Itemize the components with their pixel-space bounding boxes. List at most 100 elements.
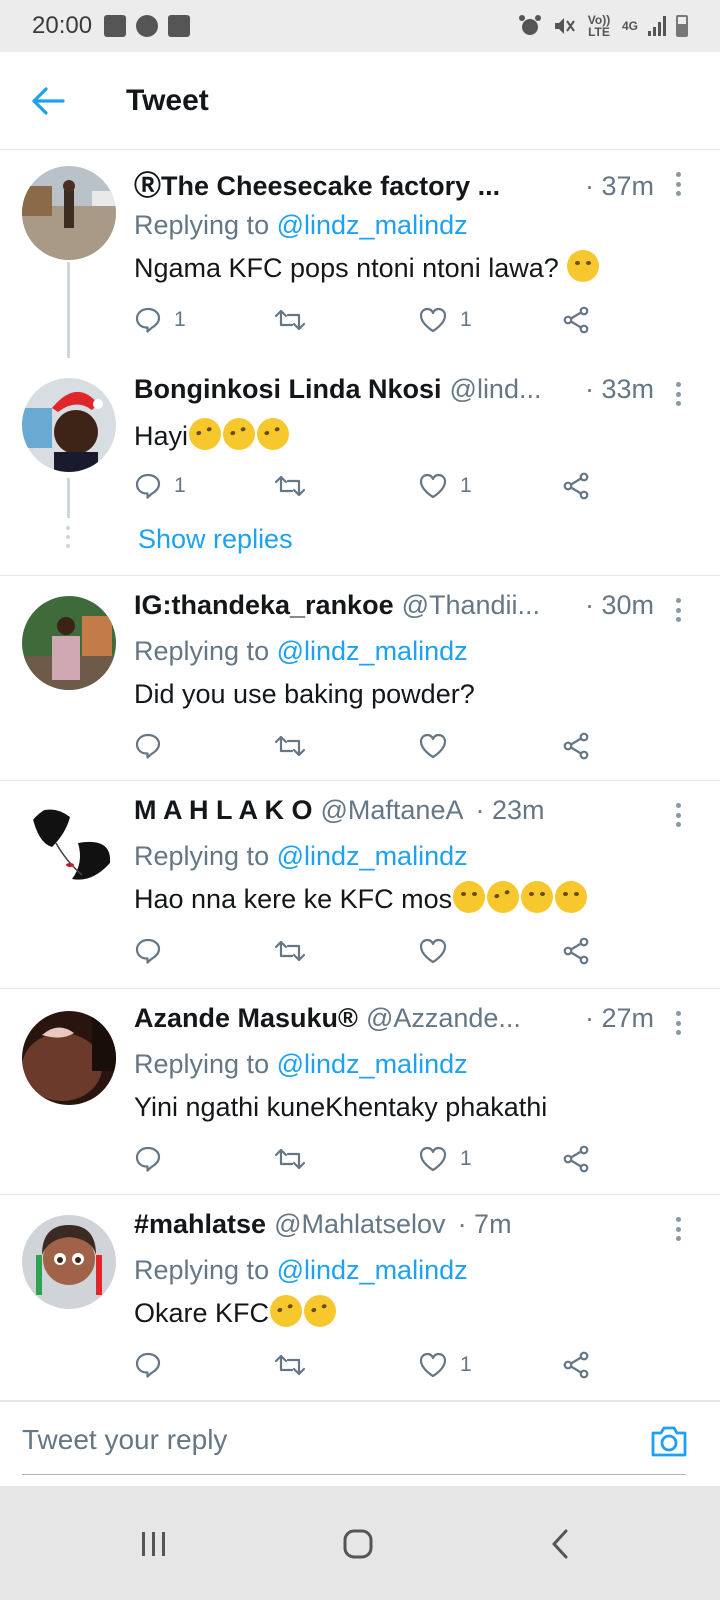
like-button[interactable]: 1 bbox=[418, 1139, 472, 1179]
author-name[interactable]: Bonginkosi Linda Nkosi bbox=[134, 374, 442, 405]
more-options-button[interactable] bbox=[666, 378, 690, 410]
mention-link[interactable]: @lindz_malindz bbox=[277, 841, 468, 871]
system-nav-bar bbox=[0, 1486, 720, 1600]
like-count: 1 bbox=[460, 474, 472, 497]
tweet-actions bbox=[134, 931, 614, 971]
like-button[interactable]: 1 bbox=[418, 466, 472, 506]
share-button[interactable] bbox=[562, 1139, 590, 1179]
avatar[interactable] bbox=[22, 378, 116, 472]
back-nav-button[interactable] bbox=[530, 1516, 590, 1572]
avatar[interactable] bbox=[22, 596, 116, 690]
reply-button[interactable] bbox=[134, 726, 174, 766]
author-handle: @Azzande... bbox=[365, 1003, 521, 1033]
author-name[interactable]: M A H L A K O bbox=[134, 795, 313, 826]
share-button[interactable] bbox=[562, 931, 590, 971]
share-button[interactable] bbox=[562, 466, 590, 506]
avatar[interactable] bbox=[22, 166, 116, 260]
mention-link[interactable]: @lindz_malindz bbox=[277, 1255, 468, 1285]
replying-label: Replying to bbox=[134, 210, 270, 240]
home-button[interactable] bbox=[328, 1516, 388, 1572]
author-handle: @MaftaneA bbox=[320, 795, 464, 825]
reply-button[interactable]: 1 bbox=[134, 466, 186, 506]
back-button[interactable] bbox=[18, 71, 78, 131]
retweet-button[interactable] bbox=[274, 300, 318, 340]
volte-indicator: Vo)) LTE bbox=[587, 13, 611, 39]
more-options-button[interactable] bbox=[666, 799, 690, 831]
avatar[interactable] bbox=[22, 1215, 116, 1309]
share-icon bbox=[563, 1351, 589, 1379]
thread-line bbox=[67, 478, 70, 518]
reply-button[interactable] bbox=[134, 1345, 174, 1385]
tweet-text: Hao nna kere ke KFC mos bbox=[134, 884, 453, 914]
chevron-left-icon bbox=[552, 1529, 568, 1559]
gallery-icon bbox=[104, 15, 127, 37]
share-button[interactable] bbox=[562, 726, 590, 766]
like-button[interactable] bbox=[418, 931, 460, 971]
like-button[interactable] bbox=[418, 726, 460, 766]
thread-line bbox=[67, 262, 70, 358]
author-name[interactable]: Azande Masuku® bbox=[134, 1003, 358, 1034]
mention-link[interactable]: @lindz_malindz bbox=[277, 1049, 468, 1079]
like-count: 1 bbox=[460, 308, 472, 331]
avatar[interactable] bbox=[22, 803, 116, 897]
app-header: Tweet bbox=[0, 52, 720, 150]
reply-icon bbox=[135, 733, 161, 759]
camera-button[interactable] bbox=[648, 1420, 690, 1462]
recents-icon bbox=[142, 1532, 165, 1556]
reply-button[interactable] bbox=[134, 1139, 174, 1179]
reply-composer bbox=[0, 1400, 720, 1486]
recent-apps-button[interactable] bbox=[124, 1516, 184, 1572]
retweet-icon bbox=[274, 735, 306, 757]
more-options-button[interactable] bbox=[666, 168, 690, 200]
author-name[interactable]: IG:thandeka_rankoe bbox=[134, 590, 394, 621]
author-name[interactable]: ⓇThe Cheesecake factory ... bbox=[134, 164, 500, 203]
share-button[interactable] bbox=[562, 300, 590, 340]
more-options-button[interactable] bbox=[666, 1007, 690, 1039]
tweet[interactable]: #mahlatse @Mahlatselov · 7m Replying to … bbox=[0, 1195, 720, 1401]
mention-link[interactable]: @lindz_malindz bbox=[277, 210, 468, 240]
tweet[interactable]: Bonginkosi Linda Nkosi @lind... · 33m Ha… bbox=[0, 358, 720, 576]
status-time: 20:00 bbox=[32, 12, 93, 39]
more-options-button[interactable] bbox=[666, 594, 690, 626]
tweet[interactable]: ⓇThe Cheesecake factory ... · 37m Replyi… bbox=[0, 150, 720, 358]
replying-label: Replying to bbox=[134, 1049, 270, 1079]
like-count: 1 bbox=[460, 1353, 472, 1376]
heart-icon bbox=[419, 938, 447, 964]
like-button[interactable]: 1 bbox=[418, 1345, 472, 1385]
tweet-text: Hayi bbox=[134, 421, 189, 451]
mention-link[interactable]: @lindz_malindz bbox=[277, 636, 468, 666]
retweet-icon bbox=[274, 940, 306, 962]
tweet[interactable]: M A H L A K O @MaftaneA · 23m Replying t… bbox=[0, 781, 720, 989]
retweet-button[interactable] bbox=[274, 466, 318, 506]
like-button[interactable]: 1 bbox=[418, 300, 472, 340]
settings-icon bbox=[136, 15, 159, 37]
network-indicator: 4G bbox=[621, 19, 638, 33]
share-button[interactable] bbox=[562, 1345, 590, 1385]
retweet-button[interactable] bbox=[274, 1139, 318, 1179]
rofl-emoji bbox=[218, 413, 260, 455]
retweet-button[interactable] bbox=[274, 1345, 318, 1385]
like-count: 1 bbox=[460, 1147, 472, 1170]
tweet[interactable]: Azande Masuku® @Azzande... · 27m Replyin… bbox=[0, 989, 720, 1195]
show-replies-link[interactable]: Show replies bbox=[138, 524, 293, 555]
author-name[interactable]: #mahlatse bbox=[134, 1209, 266, 1240]
tweet[interactable]: IG:thandeka_rankoe @Thandii... · 30m Rep… bbox=[0, 576, 720, 781]
reply-icon bbox=[135, 307, 161, 333]
retweet-button[interactable] bbox=[274, 931, 318, 971]
reply-button[interactable]: 1 bbox=[134, 300, 186, 340]
retweet-button[interactable] bbox=[274, 726, 318, 766]
rofl-emoji bbox=[482, 876, 524, 918]
rofl-emoji bbox=[299, 1290, 341, 1332]
heart-icon bbox=[419, 1146, 447, 1172]
share-icon bbox=[563, 1145, 589, 1173]
more-options-button[interactable] bbox=[666, 1213, 690, 1245]
avatar[interactable] bbox=[22, 1011, 116, 1105]
reply-count: 1 bbox=[174, 308, 186, 331]
reply-button[interactable] bbox=[134, 931, 174, 971]
replying-label: Replying to bbox=[134, 1255, 270, 1285]
home-icon bbox=[343, 1529, 373, 1559]
reply-input[interactable] bbox=[22, 1424, 602, 1456]
share-icon bbox=[563, 937, 589, 965]
page-title: Tweet bbox=[126, 83, 209, 117]
tweet-text: Ngama KFC pops ntoni ntoni lawa? bbox=[134, 253, 559, 283]
